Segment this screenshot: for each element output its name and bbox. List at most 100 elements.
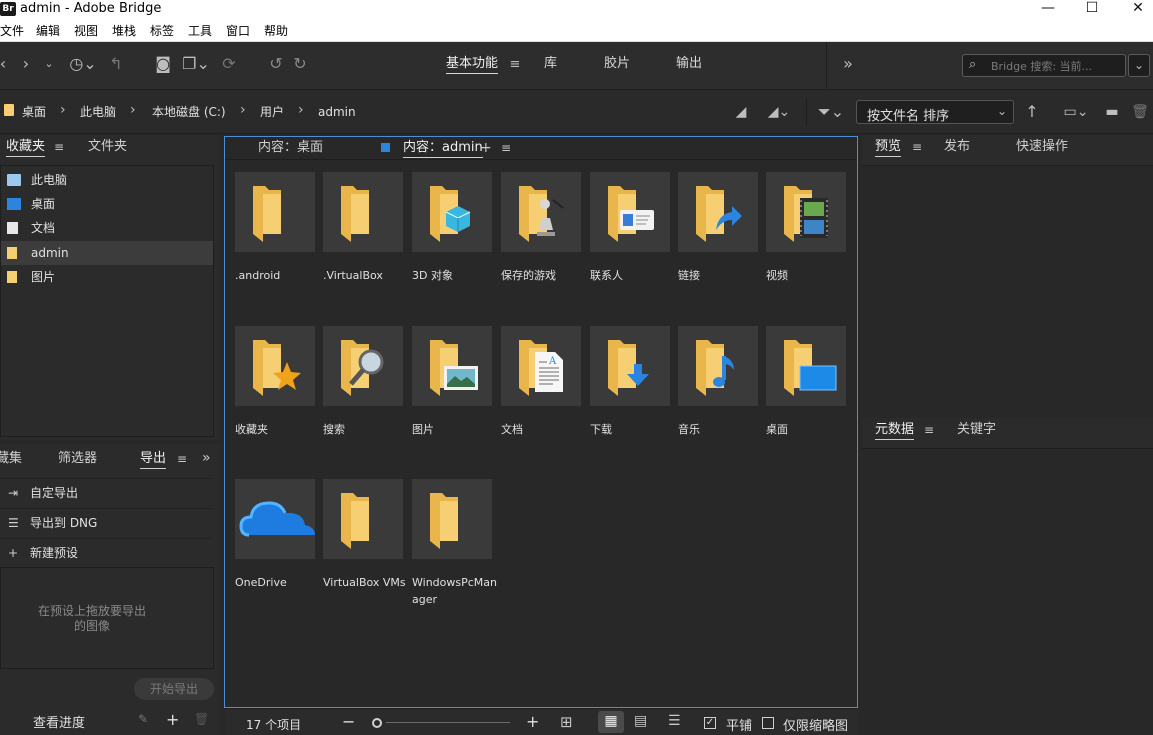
thumbnail-item[interactable] xyxy=(590,172,670,252)
sidebar-item-this-pc[interactable]: 此电脑 xyxy=(1,168,213,192)
menu-edit[interactable]: 编辑 xyxy=(36,22,60,40)
refine-icon[interactable]: ⟳ xyxy=(218,54,240,74)
list-view-icon[interactable]: ☰ xyxy=(668,713,681,729)
sidebar-item-documents[interactable]: 文档 xyxy=(1,216,213,240)
thumbnail-item[interactable] xyxy=(323,479,403,559)
export-drop-area[interactable]: 在预设上拖放要导出 的图像 xyxy=(0,567,214,669)
copy-icon[interactable]: ❐⌄ xyxy=(180,54,212,74)
tab-keywords[interactable]: 关键字 xyxy=(957,421,996,439)
panel-menu-icon[interactable]: ≡ xyxy=(912,140,922,154)
sidebar-item-desktop[interactable]: 桌面 xyxy=(1,192,213,216)
new-preset[interactable]: + 新建预设 xyxy=(0,538,212,566)
tab-folders[interactable]: 文件夹 xyxy=(88,138,127,156)
add-icon[interactable]: + xyxy=(166,710,179,729)
trash-icon[interactable]: 🗑 xyxy=(1130,102,1150,122)
thumbnail-item[interactable] xyxy=(412,479,492,559)
panel-more-icon[interactable]: » xyxy=(202,450,211,466)
sidebar-item-pictures[interactable]: 图片 xyxy=(1,265,213,289)
menu-help[interactable]: 帮助 xyxy=(264,22,288,40)
tile-checkbox[interactable]: ✓ xyxy=(704,717,716,729)
rotate-right-icon[interactable]: ↻ xyxy=(290,54,310,74)
menu-file[interactable]: 文件 xyxy=(0,22,24,40)
sidebar-item-admin[interactable]: admin xyxy=(1,241,213,265)
quality-icon[interactable]: ◢ xyxy=(730,102,752,122)
thumbnail-item[interactable] xyxy=(590,326,670,406)
thumbnail-item[interactable] xyxy=(235,172,315,252)
export-to-dng[interactable]: ☰ 导出到 DNG xyxy=(0,508,212,536)
menu-stack[interactable]: 堆栈 xyxy=(112,22,136,40)
menu-label[interactable]: 标签 xyxy=(150,22,174,40)
thumbnail-item[interactable] xyxy=(766,326,846,406)
thumbnail-item[interactable] xyxy=(235,479,315,559)
thumbnail-item[interactable] xyxy=(412,326,492,406)
workspace-menu-icon[interactable]: ≡ xyxy=(508,55,522,75)
view-progress-link[interactable]: 查看进度 xyxy=(33,712,85,731)
breadcrumb-users[interactable]: 用户 xyxy=(260,104,284,120)
tab-metadata[interactable]: 元数据 xyxy=(875,421,915,440)
more-workspaces-icon[interactable]: » xyxy=(838,54,858,74)
zoom-out-icon[interactable]: − xyxy=(342,712,355,731)
thumbnail-item[interactable] xyxy=(323,172,403,252)
camera-icon[interactable]: ◙ xyxy=(152,54,174,74)
tab-filter[interactable]: 筛选器 xyxy=(58,450,97,468)
breadcrumb-local-disk[interactable]: 本地磁盘 (C:) xyxy=(152,104,226,120)
menu-window[interactable]: 窗口 xyxy=(226,22,250,40)
thumbnail-view-icon[interactable]: ▦ xyxy=(598,711,624,733)
search-scope-dropdown[interactable]: ⌄ xyxy=(1128,54,1150,77)
back-icon[interactable]: ‹ xyxy=(0,54,10,74)
workspace-tab-filmstrip[interactable]: 胶片 xyxy=(604,55,630,73)
breadcrumb-this-pc[interactable]: 此电脑 xyxy=(80,104,116,120)
panel-menu-icon[interactable]: ≡ xyxy=(177,452,187,466)
new-folder-icon[interactable]: ▬ xyxy=(1102,102,1122,122)
menu-tools[interactable]: 工具 xyxy=(188,22,212,40)
breadcrumb-desktop[interactable]: 桌面 xyxy=(22,104,46,120)
menu-view[interactable]: 视图 xyxy=(74,22,98,40)
start-export-button[interactable]: 开始导出 xyxy=(134,678,214,700)
thumbnail-item[interactable] xyxy=(412,172,492,252)
return-icon[interactable]: ↰ xyxy=(106,54,126,74)
sort-dropdown[interactable]: 按文件名 排序 ⌄ xyxy=(856,100,1014,124)
panel-menu-icon[interactable]: ≡ xyxy=(924,423,934,437)
thumbnail-item[interactable] xyxy=(501,172,581,252)
workspace-tab-essentials[interactable]: 基本功能 xyxy=(446,55,499,74)
close-button[interactable]: ✕ xyxy=(1115,0,1153,20)
tab-content-desktop[interactable]: 内容：桌面 xyxy=(258,139,323,157)
breadcrumb-admin[interactable]: admin xyxy=(318,104,356,120)
filter-icon[interactable]: ⏷⌄ xyxy=(814,102,848,122)
rating-filter-icon[interactable]: ◢⌄ xyxy=(762,102,796,122)
maximize-button[interactable]: ☐ xyxy=(1069,0,1115,20)
thumbnail-item[interactable] xyxy=(678,326,758,406)
thumbnail-item[interactable] xyxy=(766,172,846,252)
zoom-in-icon[interactable]: + xyxy=(526,712,539,731)
export-custom[interactable]: ⇥ 自定导出 xyxy=(0,478,212,506)
panel-menu-icon[interactable]: ≡ xyxy=(54,140,64,154)
thumbnail-item[interactable] xyxy=(235,326,315,406)
thumbnail-item[interactable]: A xyxy=(501,326,581,406)
panel-menu-icon[interactable]: ≡ xyxy=(501,141,511,155)
delete-icon[interactable]: 🗑 xyxy=(194,712,209,726)
tab-publish[interactable]: 发布 xyxy=(944,138,970,156)
open-recent-folder-icon[interactable]: ▭⌄ xyxy=(1058,102,1094,122)
thumbnail-item[interactable] xyxy=(323,326,403,406)
edit-icon[interactable]: ✎ xyxy=(138,712,148,726)
tab-quick-actions[interactable]: 快速操作 xyxy=(1016,138,1068,156)
zoom-slider-track[interactable] xyxy=(386,722,510,723)
search-input[interactable]: ⌕ Bridge 搜索: 当前... xyxy=(962,54,1126,77)
thumbnail-item[interactable] xyxy=(678,172,758,252)
chevron-down-icon[interactable]: ⌄ xyxy=(42,54,56,74)
sort-ascending-icon[interactable]: ↑ xyxy=(1022,102,1042,122)
tab-export[interactable]: 导出 xyxy=(140,450,167,469)
rotate-left-icon[interactable]: ↺ xyxy=(266,54,286,74)
minimize-button[interactable]: — xyxy=(1025,0,1071,20)
detail-view-icon[interactable]: ▤ xyxy=(634,713,647,729)
tab-content-admin[interactable]: 内容：admin xyxy=(403,139,483,158)
tab-favorites[interactable]: 收藏夹 xyxy=(6,138,46,157)
recent-files-icon[interactable]: ◷⌄ xyxy=(66,54,100,74)
tab-collections[interactable]: 藏集 xyxy=(0,450,22,468)
workspace-tab-libraries[interactable]: 库 xyxy=(544,55,557,73)
tab-preview[interactable]: 预览 xyxy=(875,138,902,157)
thumbnail-only-checkbox[interactable] xyxy=(762,717,774,729)
workspace-tab-output[interactable]: 输出 xyxy=(676,55,702,73)
zoom-slider-thumb[interactable] xyxy=(372,718,382,728)
forward-icon[interactable]: › xyxy=(18,54,34,74)
